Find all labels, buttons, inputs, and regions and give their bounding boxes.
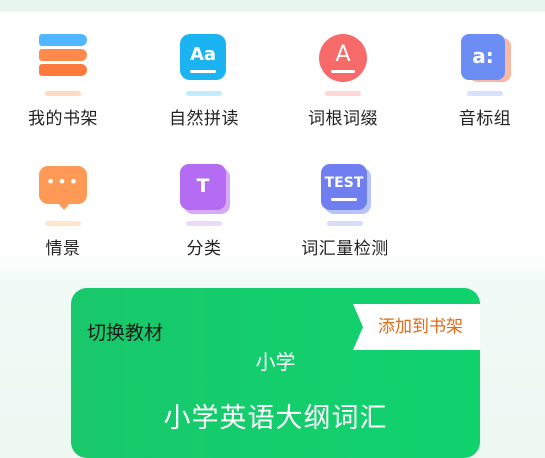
menu-item-scene[interactable]: ••• 情景 xyxy=(3,164,123,259)
textbook-level: 小学 xyxy=(255,350,296,374)
phonetic-glyph: a: xyxy=(472,44,494,68)
menu-item-phonetic[interactable]: a: 音标组 xyxy=(425,34,545,129)
menu-item-bookshelf[interactable]: 我的书架 xyxy=(3,34,123,129)
category-glyph: T xyxy=(196,175,210,197)
word-root-glyph: A xyxy=(335,42,351,67)
menu-label: 词根词缀 xyxy=(308,109,378,129)
menu-label: 自然拼读 xyxy=(169,109,239,129)
category-icon: T xyxy=(176,164,232,226)
vocab-test-icon: TEST xyxy=(317,164,373,226)
switch-textbook-button[interactable]: 切换教材 xyxy=(87,318,163,345)
phonics-glyph: Aa xyxy=(189,44,217,65)
menu-label: 我的书架 xyxy=(28,109,98,129)
scene-chat-icon: ••• xyxy=(35,164,91,226)
add-to-bookshelf-button[interactable]: 添加到书架 xyxy=(353,304,480,350)
top-strip xyxy=(0,0,545,12)
menu-label: 词汇量检测 xyxy=(301,239,389,259)
menu-item-vocab-test[interactable]: TEST 词汇量检测 xyxy=(285,164,405,259)
scene-glyph: ••• xyxy=(45,172,81,191)
phonetic-icon: a: xyxy=(457,34,513,96)
menu-label: 音标组 xyxy=(458,109,512,129)
menu-item-word-root[interactable]: A 词根词缀 xyxy=(283,34,403,129)
word-root-icon: A xyxy=(315,34,371,96)
vocab-test-glyph: TEST xyxy=(324,175,364,191)
menu-label: 情景 xyxy=(45,239,81,259)
textbook-card[interactable]: 切换教材 添加到书架 小学 小学英语大纲词汇 xyxy=(71,288,480,458)
menu-item-phonics[interactable]: Aa 自然拼读 xyxy=(144,34,264,129)
menu-item-category[interactable]: T 分类 xyxy=(144,164,264,259)
menu-label: 分类 xyxy=(186,239,222,259)
textbook-title: 小学英语大纲词汇 xyxy=(163,403,388,434)
phonics-icon: Aa xyxy=(176,34,232,96)
bookshelf-icon xyxy=(35,34,91,96)
